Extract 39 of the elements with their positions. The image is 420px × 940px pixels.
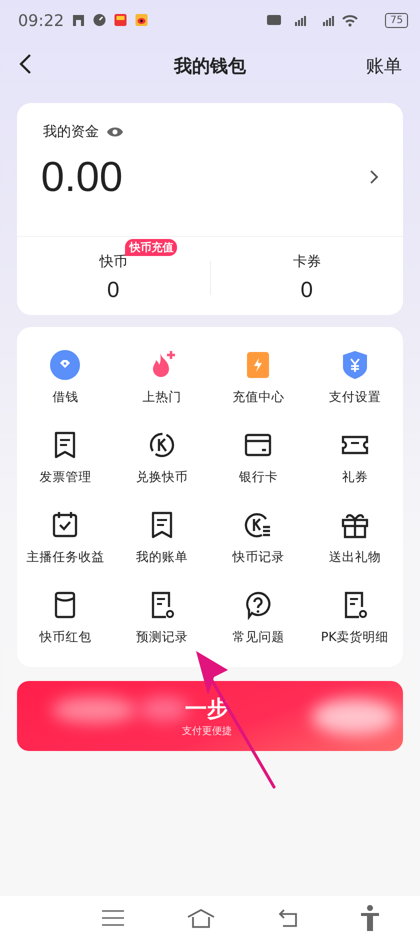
service-item[interactable]: 充值中心 [210, 349, 306, 415]
service-item[interactable]: 银行卡 [210, 429, 306, 495]
balance-value: 0 [107, 277, 120, 303]
balance-amount: 0.00 [41, 153, 123, 201]
eye-icon[interactable] [107, 126, 123, 138]
service-item[interactable]: 借钱 [17, 349, 114, 415]
service-item[interactable]: 快币记录 [210, 509, 306, 575]
gauge-icon [93, 13, 106, 27]
banner-subtitle: 支付更便捷 [182, 724, 232, 738]
service-item[interactable]: 常见问题 [210, 589, 306, 655]
service-item[interactable]: 发票管理 [17, 429, 114, 495]
bills-link[interactable]: 账单 [362, 50, 406, 82]
service-item[interactable]: 上热门 [114, 349, 210, 415]
service-item[interactable]: 我的账单 [114, 509, 210, 575]
accessibility-icon[interactable] [360, 905, 380, 931]
back-icon [18, 53, 32, 75]
service-item[interactable]: 支付设置 [306, 349, 403, 415]
service-item[interactable]: 礼券 [306, 429, 403, 495]
chevron-right-icon[interactable] [369, 169, 379, 185]
service-item[interactable]: 快币红包 [17, 589, 114, 655]
balance-label: 卡券 [292, 254, 321, 270]
status-time: 09:22 [18, 10, 64, 30]
recharge-badge[interactable]: 快币充值 [125, 239, 178, 256]
service-item[interactable]: 送出礼物 [306, 509, 403, 575]
menu-icon[interactable] [100, 909, 124, 927]
eye-app-icon [135, 13, 148, 27]
service-item[interactable]: 预测记录 [114, 589, 210, 655]
home-icon[interactable] [186, 908, 216, 928]
service-item[interactable]: 兑换快币 [114, 429, 210, 495]
back-nav-icon[interactable] [276, 908, 298, 928]
notification-icon [72, 13, 86, 27]
page-title: 我的钱包 [174, 55, 246, 78]
funds-label: 我的资金 [43, 123, 99, 141]
app-icon [114, 13, 128, 27]
service-item[interactable]: 主播任务收益 [17, 509, 114, 575]
service-item[interactable]: PK卖货明细 [306, 589, 403, 655]
battery-level: 75 [385, 12, 408, 28]
balance-value: 0 [300, 277, 313, 303]
balance-label: 快币 [99, 254, 128, 270]
